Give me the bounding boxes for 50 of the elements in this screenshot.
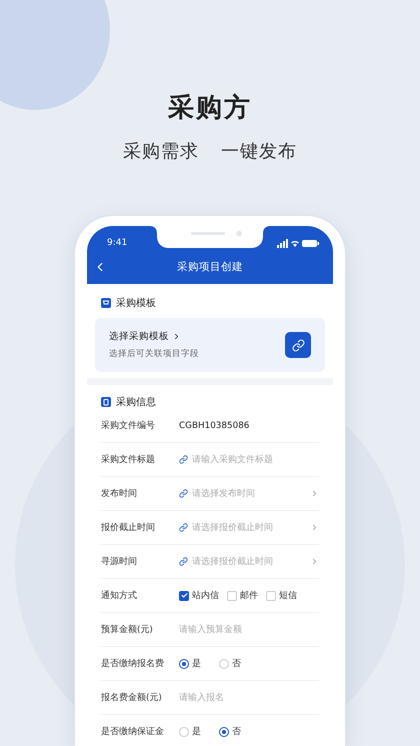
- status-icons: [277, 238, 319, 248]
- input-field[interactable]: 请选择报价截止时间: [192, 556, 306, 568]
- radio-button[interactable]: [219, 726, 229, 736]
- input-field[interactable]: 请选择报价截止时间: [192, 522, 306, 534]
- option-label: 否: [232, 726, 241, 738]
- field-label: 报价截止时间: [101, 522, 156, 534]
- radio-button[interactable]: [179, 658, 189, 668]
- hero-subtitle: 一键发布: [221, 140, 297, 163]
- input-field[interactable]: 请输入报名: [179, 692, 319, 704]
- option-label: 是: [192, 658, 201, 670]
- chevron-icon: [172, 332, 181, 341]
- template-card[interactable]: 选择采购模板 选择后可关联项目字段: [95, 318, 325, 372]
- link-icon: [179, 557, 188, 566]
- option-label: 是: [192, 726, 201, 738]
- input-field[interactable]: 请选择发布时间: [192, 488, 306, 500]
- page-title: 采购项目创建: [177, 260, 243, 274]
- cart-icon: [101, 298, 111, 308]
- field-label: 报名费金额(元): [101, 692, 163, 704]
- link-button[interactable]: [285, 332, 311, 358]
- checkbox[interactable]: [179, 590, 189, 600]
- chevron-icon: [310, 557, 319, 566]
- field-label: 寻源时间: [101, 556, 138, 568]
- status-time: 9:41: [107, 238, 128, 248]
- field-value: CGBH10385086: [179, 420, 250, 430]
- card-title: 选择采购模板: [109, 330, 169, 343]
- field-label: 是否缴纳保证金: [101, 726, 165, 738]
- input-field[interactable]: 请输入采购文件标题: [192, 454, 319, 466]
- chevron-icon: [310, 523, 319, 532]
- input-field[interactable]: 请输入预算金额: [179, 624, 319, 636]
- section-heading: 采购信息: [116, 396, 156, 409]
- field-label: 发布时间: [101, 488, 138, 500]
- option-label: 否: [232, 658, 241, 670]
- link-icon: [179, 489, 188, 498]
- field-label: 预算金额(元): [101, 624, 154, 636]
- field-label: 是否缴纳报名费: [101, 658, 165, 670]
- link-icon: [179, 523, 188, 532]
- link-icon: [292, 338, 304, 352]
- field-label: 采购文件标题: [101, 454, 156, 466]
- field-label: 通知方式: [101, 590, 138, 602]
- card-hint: 选择后可关联项目字段: [109, 348, 199, 360]
- clipboard-icon: [101, 397, 111, 407]
- option-label: 站内信: [192, 590, 219, 602]
- option-label: 短信: [279, 590, 297, 602]
- hero-subtitle: 采购需求: [123, 140, 199, 163]
- link-icon: [179, 455, 188, 464]
- field-label: 采购文件编号: [101, 420, 156, 432]
- hero-title: 采购方: [168, 92, 252, 125]
- chevron-icon: [310, 489, 319, 498]
- option-label: 邮件: [240, 590, 258, 602]
- section-heading: 采购模板: [116, 296, 156, 310]
